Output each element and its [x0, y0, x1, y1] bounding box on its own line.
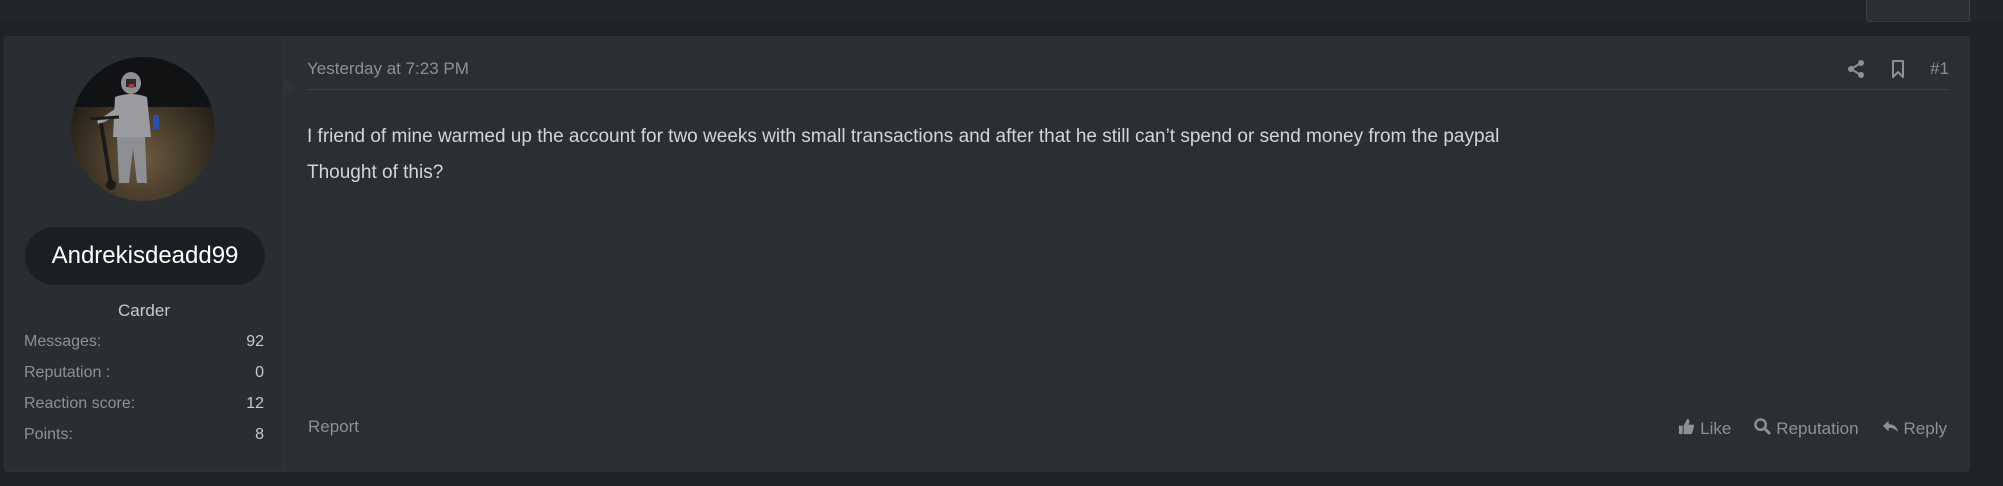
bookmark-icon[interactable]	[1888, 59, 1908, 79]
top-button[interactable]	[1866, 0, 1970, 22]
reply-button[interactable]: Reply	[1881, 417, 1947, 441]
stat-points: Points: 8	[24, 426, 264, 457]
stat-label: Points:	[24, 426, 73, 443]
post-header-actions: #1	[1846, 59, 1949, 79]
stat-value: 12	[246, 395, 264, 412]
post-body-line: Thought of this?	[307, 162, 444, 183]
share-icon[interactable]	[1846, 59, 1866, 79]
search-icon	[1753, 417, 1772, 441]
post-container: Andrekisdeadd99 Carder Messages: 92 Repu…	[4, 36, 1970, 472]
stat-messages: Messages: 92	[24, 333, 264, 364]
stat-label: Reputation :	[24, 364, 111, 381]
username[interactable]: Andrekisdeadd99	[25, 227, 265, 285]
reply-icon	[1881, 417, 1900, 441]
stat-reputation: Reputation : 0	[24, 364, 264, 395]
stat-value: 0	[255, 364, 264, 381]
post-body-line: I friend of mine warmed up the account f…	[307, 126, 1500, 147]
post-header: Yesterday at 7:23 PM #1	[307, 59, 1949, 90]
reputation-label: Reputation	[1776, 419, 1859, 438]
post-footer-actions: Like Reputation Reply	[1677, 417, 1947, 441]
thumbs-up-icon	[1677, 417, 1696, 441]
post-number[interactable]: #1	[1930, 59, 1949, 79]
stat-label: Reaction score:	[24, 395, 136, 412]
user-stats: Messages: 92 Reputation : 0 Reaction sco…	[24, 333, 264, 457]
post-footer: Report Like Reputation Reply	[307, 417, 1947, 443]
stat-value: 8	[255, 426, 264, 443]
post-body: I friend of mine warmed up the account f…	[307, 119, 1929, 191]
avatar-image	[71, 57, 215, 201]
post-timestamp[interactable]: Yesterday at 7:23 PM	[307, 59, 469, 79]
like-button[interactable]: Like	[1677, 417, 1731, 441]
avatar[interactable]	[71, 57, 215, 201]
report-link[interactable]: Report	[308, 417, 359, 437]
stat-label: Messages:	[24, 333, 102, 350]
user-title: Carder	[118, 301, 170, 320]
user-column-arrow	[283, 75, 297, 99]
post-main: Yesterday at 7:23 PM #1 I friend of mine…	[307, 37, 1969, 471]
stat-value: 92	[246, 333, 264, 350]
like-label: Like	[1700, 419, 1732, 438]
user-column: Andrekisdeadd99 Carder Messages: 92 Repu…	[5, 37, 284, 471]
stat-reaction-score: Reaction score: 12	[24, 395, 264, 426]
reputation-button[interactable]: Reputation	[1753, 417, 1859, 441]
top-strip	[0, 0, 2003, 22]
reply-label: Reply	[1903, 419, 1947, 438]
